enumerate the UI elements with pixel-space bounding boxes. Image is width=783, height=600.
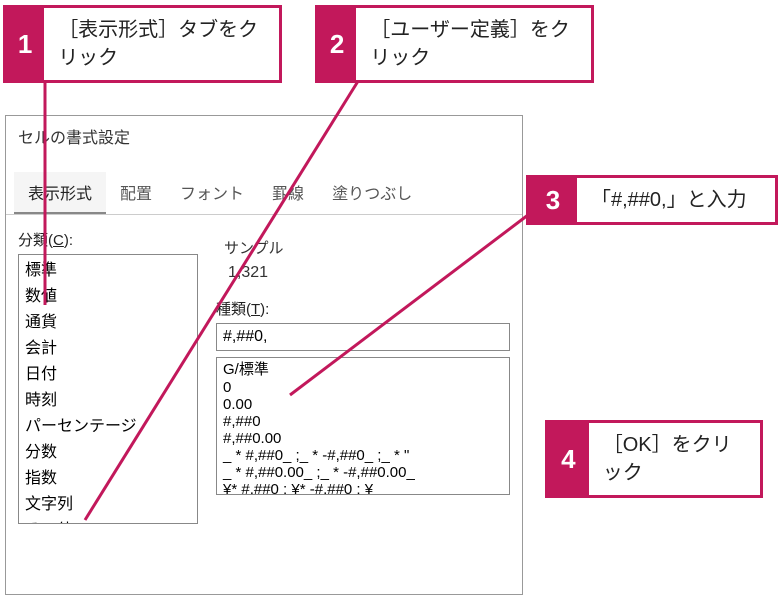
callout-2-text: ［ユーザー定義］をクリック	[356, 8, 591, 80]
type-label-text: 種類(	[216, 301, 251, 318]
category-item-time[interactable]: 時刻	[19, 385, 197, 411]
callout-2-number: 2	[318, 8, 356, 80]
category-item-standard[interactable]: 標準	[19, 255, 197, 281]
dialog-title: セルの書式設定	[6, 116, 522, 154]
format-cells-dialog: セルの書式設定 表示形式 配置 フォント 罫線 塗りつぶし 分類(C): 標準 …	[5, 115, 523, 595]
sample-label: サンプル	[224, 237, 510, 258]
category-item-scientific[interactable]: 指数	[19, 463, 197, 489]
callout-1-number: 1	[6, 8, 44, 80]
type-item[interactable]: ¥* #,##0 ; ¥* -#,##0 ; ¥	[217, 481, 509, 495]
type-item[interactable]: _ * #,##0.00_ ;_ * -#,##0.00_	[217, 464, 509, 481]
tab-strip: 表示形式 配置 フォント 罫線 塗りつぶし	[6, 172, 522, 215]
type-item[interactable]: _ * #,##0_ ;_ * -#,##0_ ;_ * "	[217, 447, 509, 464]
category-column: 分類(C): 標準 数値 通貨 会計 日付 時刻 パーセンテージ 分数 指数 文…	[18, 229, 198, 524]
callout-2: 2 ［ユーザー定義］をクリック	[315, 5, 594, 83]
category-listbox[interactable]: 標準 数値 通貨 会計 日付 時刻 パーセンテージ 分数 指数 文字列 その他 …	[18, 254, 198, 524]
category-label-end: ):	[64, 232, 73, 249]
type-item[interactable]: G/標準	[217, 358, 509, 379]
category-item-fraction[interactable]: 分数	[19, 437, 197, 463]
type-item[interactable]: #,##0.00	[217, 430, 509, 447]
category-item-other[interactable]: その他	[19, 515, 197, 524]
callout-3-text: 「#,##0,」と入力	[577, 178, 761, 222]
type-item[interactable]: 0	[217, 379, 509, 396]
callout-1: 1 ［表示形式］タブをクリック	[3, 5, 282, 83]
details-column: サンプル 1,321 種類(T): G/標準 0 0.00 #,##0 #,##…	[216, 229, 510, 524]
callout-4-text: ［OK］をクリック	[589, 423, 760, 495]
sample-value: 1,321	[224, 264, 510, 282]
tab-font[interactable]: フォント	[166, 172, 258, 214]
sample-box: サンプル 1,321	[216, 229, 510, 288]
type-listbox[interactable]: G/標準 0 0.00 #,##0 #,##0.00 _ * #,##0_ ;_…	[216, 357, 510, 495]
category-item-accounting[interactable]: 会計	[19, 333, 197, 359]
tab-border[interactable]: 罫線	[258, 172, 318, 214]
dialog-body: 分類(C): 標準 数値 通貨 会計 日付 時刻 パーセンテージ 分数 指数 文…	[6, 215, 522, 524]
type-item[interactable]: #,##0	[217, 413, 509, 430]
category-label-text: 分類(	[18, 232, 53, 249]
category-item-percentage[interactable]: パーセンテージ	[19, 411, 197, 437]
tab-alignment[interactable]: 配置	[106, 172, 166, 214]
callout-4: 4 ［OK］をクリック	[545, 420, 763, 498]
type-accel: T	[251, 301, 260, 318]
callout-1-text: ［表示形式］タブをクリック	[44, 8, 279, 80]
category-label: 分類(C):	[18, 229, 198, 250]
category-item-date[interactable]: 日付	[19, 359, 197, 385]
callout-4-number: 4	[548, 423, 589, 495]
category-item-currency[interactable]: 通貨	[19, 307, 197, 333]
category-accel: C	[53, 232, 64, 249]
tab-number-format[interactable]: 表示形式	[14, 172, 106, 214]
type-label: 種類(T):	[216, 298, 510, 319]
category-item-text[interactable]: 文字列	[19, 489, 197, 515]
type-item[interactable]: 0.00	[217, 396, 509, 413]
type-label-end: ):	[260, 301, 269, 318]
callout-3-number: 3	[529, 178, 577, 222]
callout-3: 3 「#,##0,」と入力	[526, 175, 778, 225]
tab-fill[interactable]: 塗りつぶし	[318, 172, 426, 214]
type-input[interactable]	[216, 323, 510, 351]
category-item-number[interactable]: 数値	[19, 281, 197, 307]
